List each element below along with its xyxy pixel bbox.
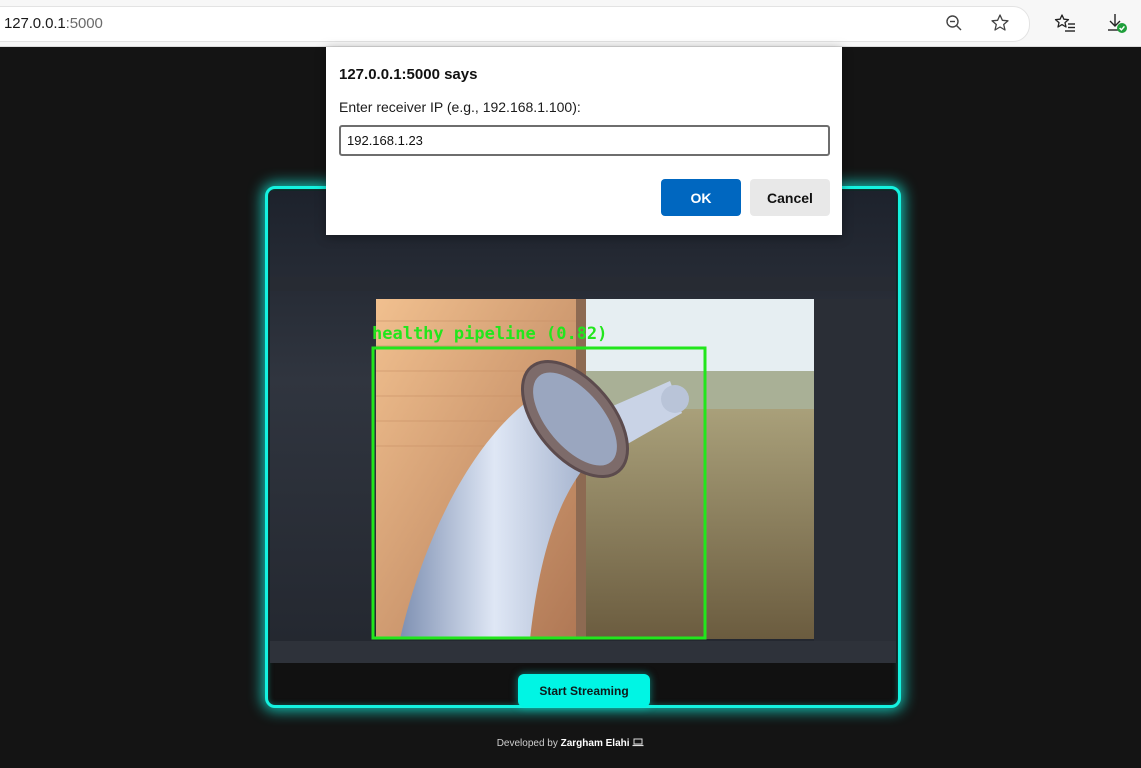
camera-feed: healthy pipeline (0.82) <box>270 191 896 663</box>
zoom-out-icon[interactable] <box>941 10 967 36</box>
cancel-button[interactable]: Cancel <box>750 179 830 216</box>
detection-label: healthy pipeline (0.82) <box>372 324 607 344</box>
address-bar[interactable] <box>0 6 1030 42</box>
dialog-message: Enter receiver IP (e.g., 192.168.1.100): <box>339 99 581 115</box>
start-streaming-button[interactable]: Start Streaming <box>518 674 650 707</box>
favorites-list-icon[interactable] <box>1052 10 1078 36</box>
video-stream-card: healthy pipeline (0.82) <box>265 186 901 708</box>
prompt-dialog: 127.0.0.1:5000 says Enter receiver IP (e… <box>326 47 842 235</box>
footer-prefix: Developed by <box>496 738 558 749</box>
favorite-star-icon[interactable] <box>987 10 1013 36</box>
ok-button[interactable]: OK <box>661 179 741 216</box>
downloads-icon[interactable] <box>1104 10 1130 36</box>
browser-toolbar: 127.0.0.1:5000 <box>0 0 1141 47</box>
url-text[interactable]: 127.0.0.1:5000 <box>4 15 103 32</box>
laptop-icon <box>632 738 644 749</box>
dialog-title: 127.0.0.1:5000 says <box>339 66 478 83</box>
footer-author: Zargham Elahi <box>560 738 630 749</box>
url-host: 127.0.0.1 <box>4 15 66 32</box>
receiver-ip-input[interactable] <box>339 125 830 156</box>
footer-credit: Developed by Zargham Elahi <box>0 738 1141 749</box>
url-port: :5000 <box>65 15 103 32</box>
camera-feed-image: healthy pipeline (0.82) <box>270 191 896 663</box>
